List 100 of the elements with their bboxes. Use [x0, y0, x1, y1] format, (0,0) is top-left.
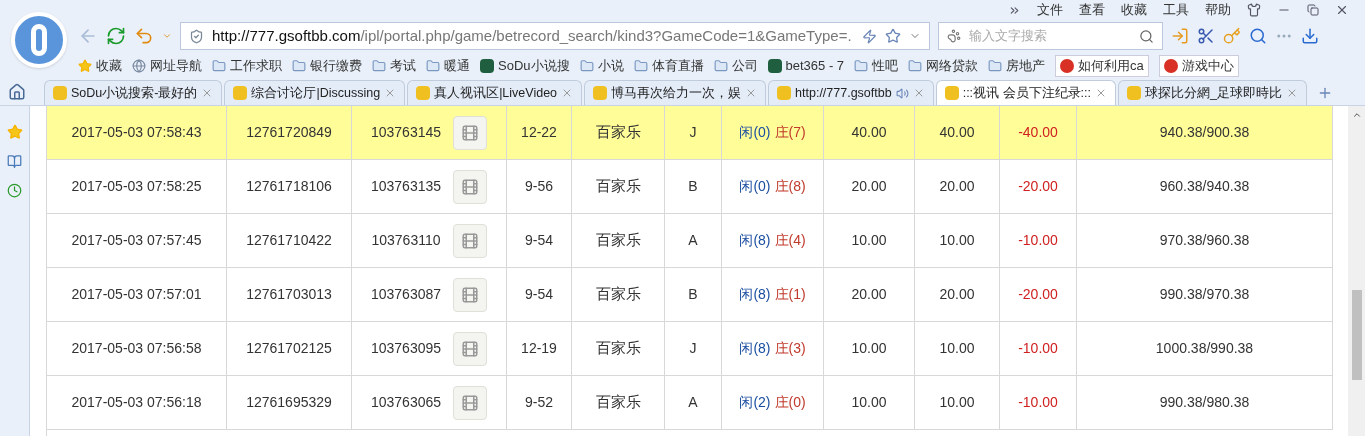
search-icon[interactable] [1139, 28, 1154, 44]
film-icon [461, 339, 480, 358]
star-icon[interactable] [6, 124, 23, 140]
valid-amount-cell: 10.00 [915, 214, 1000, 267]
table-row[interactable]: 2017-05-03 07:57:01 12761703013 103763087 9-54 百家乐 B 闲(8) 庄(1) 20.00 20.00 -20.00 990.38/970.38 [47, 268, 1333, 322]
site-icon [1060, 59, 1075, 73]
table-row[interactable]: 2017-05-03 07:58:25 12761718106 103763135 9-56 百家乐 B 闲(0) 庄(8) 20.00 20.00 -20.00 960.38/940.38 [47, 160, 1333, 214]
site-icon [480, 59, 494, 73]
search-box[interactable]: 输入文字搜索 [938, 22, 1163, 50]
time-cell: 2017-05-03 07:58:25 [47, 160, 227, 213]
round-cell: 9-52 [507, 376, 572, 429]
undo-icon[interactable] [134, 26, 154, 46]
menu-item[interactable]: 查看 [1079, 0, 1105, 20]
bookmark-item[interactable]: 银行缴费 [292, 56, 362, 76]
browser-tab[interactable]: :::视讯 会员下注纪录::: [935, 80, 1116, 105]
bet-amount-cell: 10.00 [824, 214, 915, 267]
restore-icon[interactable] [1307, 4, 1319, 16]
site-icon [53, 86, 67, 100]
bookmark-item[interactable]: 考试 [372, 56, 416, 76]
result-cell: 闲(8) 庄(1) [722, 268, 824, 321]
win-loss-cell: -20.00 [1000, 160, 1077, 213]
paw-icon [947, 29, 961, 43]
table-row[interactable]: 2017-05-03 07:56:18 12761695329 103763065 9-52 百家乐 A 闲(2) 庄(0) 10.00 10.00 -10.00 990.38/980.38 [47, 376, 1333, 430]
lightning-icon[interactable] [862, 28, 877, 44]
browser-tab[interactable]: 球探比分網_足球即時比 [1118, 80, 1307, 105]
download-icon[interactable] [1301, 27, 1319, 45]
bookmark-item[interactable]: 性吧 [854, 56, 899, 76]
video-button[interactable] [453, 385, 488, 420]
bookmark-item[interactable]: bet365 - 7 [767, 56, 845, 76]
win-loss-cell: -40.00 [1000, 106, 1077, 159]
video-button[interactable] [453, 169, 488, 204]
browser-logo[interactable] [11, 12, 67, 68]
bookmark-item[interactable]: 收藏 [78, 56, 122, 76]
refresh-icon[interactable] [106, 26, 126, 46]
time-cell: 2017-05-03 07:57:45 [47, 214, 227, 267]
login-icon[interactable] [1171, 27, 1189, 45]
search-field[interactable]: 输入文字搜索 [969, 26, 1131, 46]
browser-tab[interactable]: 真人视讯区|LiveVideo [407, 80, 583, 105]
scroll-up-icon[interactable] [1351, 110, 1362, 120]
browser-tab[interactable]: SoDu小说搜索-最好的 [44, 80, 223, 105]
game-cell: 百家乐 [572, 160, 665, 213]
result-cell: 闲(0) 庄(7) [722, 106, 824, 159]
video-button[interactable] [453, 331, 488, 366]
bookmark-item[interactable]: 暖通 [426, 56, 470, 76]
table-row[interactable]: 2017-05-03 07:56:58 12761702125 103763095 12-19 百家乐 J 闲(8) 庄(3) 10.00 10.00 -10.00 1000.38/990.38 [47, 322, 1333, 376]
video-button[interactable] [453, 115, 488, 150]
result-cell: 闲(2) 庄(0) [722, 376, 824, 429]
home-icon[interactable] [8, 83, 26, 101]
table-cell: J [665, 106, 722, 159]
search-icon[interactable] [1249, 27, 1267, 45]
time-cell: 2017-05-03 07:58:43 [47, 106, 227, 159]
bookmark-item[interactable]: SoDu小说搜 [480, 56, 570, 76]
balance-cell: 940.38/900.38 [1077, 106, 1333, 159]
scroll-thumb[interactable] [1351, 290, 1362, 380]
table-cell: A [665, 376, 722, 429]
table-row[interactable]: 2017-05-03 07:58:43 12761720849 103763145 12-22 百家乐 J 闲(0) 庄(7) 40.00 40.00 -40.00 940.38/900.38 [47, 106, 1333, 160]
menu-item[interactable]: 文件 [1037, 0, 1063, 20]
table-cell: A [665, 214, 722, 267]
browser-tab[interactable]: 博马再次给力一次，娱 [584, 80, 767, 105]
table-cell: B [665, 160, 722, 213]
bookmark-item[interactable]: 公司 [713, 56, 758, 76]
close-icon[interactable] [1335, 3, 1349, 17]
key-icon[interactable] [1223, 27, 1241, 45]
balance-cell: 990.38/980.38 [1077, 376, 1333, 429]
bookmark-item[interactable]: 小说 [579, 56, 624, 76]
video-button[interactable] [452, 223, 487, 258]
game-number-cell-text: 103763145 [370, 123, 442, 142]
menu-item[interactable]: 工具 [1163, 0, 1189, 20]
browser-tab[interactable]: 综合讨论厅|Discussing [224, 80, 406, 105]
close-icon[interactable] [1095, 87, 1107, 99]
shield-icon [189, 28, 204, 44]
video-button[interactable] [453, 277, 488, 312]
round-cell: 12-22 [507, 106, 572, 159]
game-number-cell-text: 103763087 [370, 285, 442, 304]
speaker-icon[interactable] [895, 86, 909, 100]
menu-item[interactable]: 帮助 [1205, 0, 1231, 20]
bookmark-item[interactable]: 网址导航 [132, 56, 202, 76]
scrollbar[interactable] [1348, 106, 1365, 436]
time-cell: 2017-05-03 07:56:18 [47, 376, 227, 429]
scissors-icon[interactable] [1197, 27, 1215, 45]
folder-icon [212, 59, 226, 73]
address-field[interactable]: http://777.gsoftbb.com/ipl/portal.php/game/betrecord_search/kind3?GameCode=1&GameType=. [180, 22, 930, 50]
browser-tab[interactable]: http://777.gsoftbb [768, 80, 934, 105]
bookmark-item[interactable]: 体育直播 [633, 56, 704, 76]
star-icon[interactable] [885, 28, 901, 44]
bookmark-item[interactable]: 如何利用ca [1055, 55, 1149, 77]
menu-item[interactable]: 收藏 [1121, 0, 1147, 20]
time-cell: 2017-05-03 07:56:58 [47, 322, 227, 375]
bookmark-item[interactable]: 房地产 [988, 56, 1046, 76]
table-row[interactable]: 2017-05-03 07:57:45 12761710422 103763110 9-54 百家乐 A 闲(8) 庄(4) 10.00 10.00 -10.00 970.38/960.38 [47, 214, 1333, 268]
skin-icon[interactable] [1247, 3, 1261, 17]
round-cell: 9-54 [507, 214, 572, 267]
reader-icon[interactable] [7, 154, 22, 169]
caret-icon[interactable] [162, 31, 172, 41]
bookmark-item[interactable]: 工作求职 [212, 56, 282, 76]
bookmark-item[interactable]: 游戏中心 [1158, 55, 1239, 77]
result-cell: 闲(8) 庄(4) [722, 214, 824, 267]
history-icon[interactable] [7, 183, 22, 198]
bookmark-item[interactable]: 网络贷款 [908, 56, 979, 76]
folder-icon [372, 59, 386, 73]
